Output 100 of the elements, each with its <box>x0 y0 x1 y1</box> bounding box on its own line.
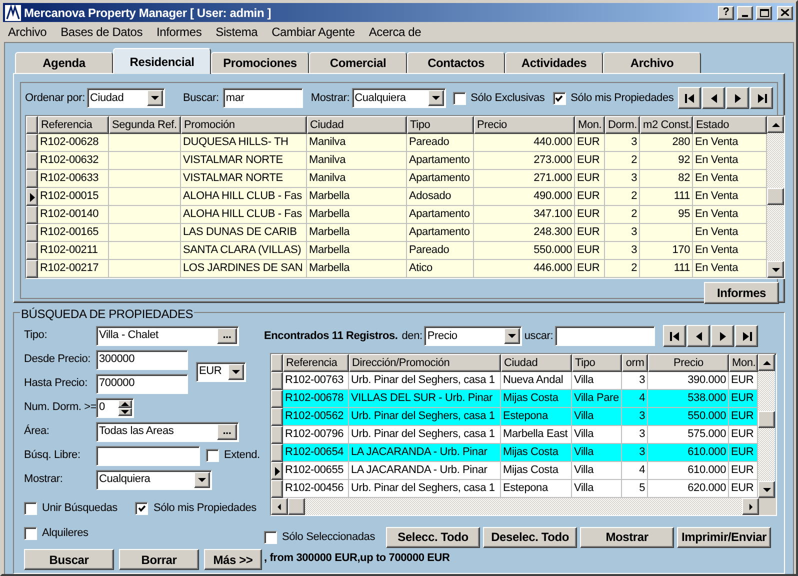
table-cell: R102-00217 <box>38 260 109 278</box>
table-cell: 92 <box>640 152 693 170</box>
show-label: Mostrar: <box>310 90 350 106</box>
column-header[interactable]: Dorm. <box>605 116 640 134</box>
field-label: Num. Dorm. >= <box>24 400 96 416</box>
table-cell: EUR <box>575 152 605 170</box>
table-cell: Urb. Pinar del Seghers, casa 1 <box>349 480 501 498</box>
table-cell: Apartamento <box>407 224 474 242</box>
menu-item[interactable]: Acerca de <box>368 23 422 41</box>
table-cell: 111 <box>640 188 693 206</box>
menu-item[interactable]: Informes <box>156 23 202 41</box>
table-cell: Villa <box>572 462 622 480</box>
column-header[interactable]: Referencia <box>38 116 109 134</box>
max-price-field[interactable]: 700000 <box>96 374 188 394</box>
tab[interactable]: Residencial <box>113 48 211 74</box>
table-cell: Pareado <box>407 134 474 152</box>
table-cell: 248.300 <box>474 224 575 242</box>
table-cell: 538.000 <box>648 390 729 408</box>
tab[interactable]: Contactos <box>407 52 505 73</box>
tab[interactable]: Comercial <box>309 52 407 73</box>
table-cell: 4 <box>622 462 648 480</box>
column-header[interactable]: orm <box>622 354 648 372</box>
column-header[interactable]: m2 Const. <box>640 116 693 134</box>
column-header[interactable]: Mon. <box>729 354 758 372</box>
table-cell: R102-00763 <box>283 372 349 390</box>
button[interactable]: Borrar <box>119 549 199 570</box>
table-cell: 271.000 <box>474 170 575 188</box>
browse-button[interactable]: ... <box>217 424 237 440</box>
column-header[interactable]: Precio <box>474 116 575 134</box>
tab[interactable]: Agenda <box>15 52 113 73</box>
table-cell: 3 <box>605 242 640 260</box>
menu-item[interactable]: Cambiar Agente <box>272 23 355 41</box>
column-header[interactable]: Referencia <box>283 354 349 372</box>
table-cell: EUR <box>729 372 758 390</box>
column-header[interactable]: Tipo <box>572 354 622 372</box>
results-count: Encontrados 11 Registros. <box>264 328 398 344</box>
column-header[interactable]: Promoción <box>181 116 307 134</box>
currency-dropdown[interactable]: EUR <box>196 362 246 382</box>
table-cell: 550.000 <box>474 242 575 260</box>
table-cell: Adosado <box>407 188 474 206</box>
table-cell: En Venta <box>693 260 767 278</box>
menu-item[interactable]: Archivo <box>8 23 47 41</box>
table-cell: R102-00632 <box>38 152 109 170</box>
menu-item[interactable]: Sistema <box>216 23 258 41</box>
button[interactable]: Mostrar <box>580 526 674 548</box>
table-cell: R102-00562 <box>283 408 349 426</box>
show-dropdown[interactable]: Cualquiera <box>96 470 212 490</box>
table-cell: Marbella <box>307 224 407 242</box>
menu-item[interactable]: Bases de Datos <box>60 23 143 41</box>
column-header[interactable]: Precio <box>648 354 729 372</box>
button[interactable]: Informes <box>704 282 779 304</box>
table-cell: 3 <box>622 426 648 444</box>
column-header[interactable]: Ciudad <box>501 354 572 372</box>
table-cell: Mijas Costa <box>501 444 572 462</box>
column-header[interactable]: Tipo <box>407 116 474 134</box>
field-label: Desde Precio: <box>24 352 92 368</box>
table-cell: En Venta <box>693 242 767 260</box>
column-header[interactable]: Segunda Ref. <box>109 116 181 134</box>
column-header[interactable]: Mon. <box>575 116 605 134</box>
table-cell: EUR <box>729 444 758 462</box>
checkbox-label: Alquileres <box>42 526 88 541</box>
button[interactable]: Más >> <box>204 549 262 570</box>
sort-dropdown[interactable]: Ciudad <box>86 88 165 108</box>
show-dropdown[interactable]: Cualquiera <box>352 88 446 108</box>
table-cell: 4 <box>622 390 648 408</box>
column-header[interactable]: Dirección/Promoción <box>349 354 501 372</box>
button[interactable]: Deselec. Todo <box>483 526 578 548</box>
table-cell: 3 <box>622 444 648 462</box>
area-picker[interactable]: Todas las Areas ... <box>96 422 239 442</box>
search-field[interactable]: mar <box>222 88 303 108</box>
bedrooms-spinner[interactable]: 0 <box>96 398 134 418</box>
tab[interactable]: Actividades <box>505 52 603 73</box>
field-label: Hasta Precio: <box>24 376 88 392</box>
table-cell: Urb. Pinar del Seghers, casa 1 <box>349 426 501 444</box>
table-cell: ALOHA HILL CLUB - Fas <box>181 206 307 224</box>
table-cell: 2 <box>605 188 640 206</box>
column-header[interactable]: Ciudad <box>307 116 407 134</box>
tab[interactable]: Promociones <box>211 52 309 73</box>
checkbox-label: Sólo Exclusivas <box>470 90 545 106</box>
table-cell: 3 <box>605 134 640 152</box>
table-cell: 3 <box>622 408 648 426</box>
browse-button[interactable]: ... <box>217 328 237 344</box>
table-cell: 390.000 <box>648 372 729 390</box>
tab[interactable]: Archivo <box>603 52 701 73</box>
min-price-field[interactable]: 300000 <box>96 350 188 370</box>
column-header[interactable]: Estado <box>693 116 767 134</box>
order-dropdown[interactable]: Precio <box>424 326 522 346</box>
button[interactable]: Buscar <box>24 549 114 570</box>
table-cell: DUQUESA HILLS- TH <box>181 134 307 152</box>
help-button[interactable]: ? <box>718 6 734 20</box>
field-label: Área: <box>24 424 50 440</box>
table-cell: EUR <box>729 408 758 426</box>
button[interactable]: Selecc. Todo <box>386 526 480 548</box>
table-cell: R102-00655 <box>283 462 349 480</box>
table-cell: 273.000 <box>474 152 575 170</box>
type-picker[interactable]: Villa - Chalet ... <box>96 326 239 346</box>
table-cell: R102-00015 <box>38 188 109 206</box>
table-cell: EUR <box>729 462 758 480</box>
table-cell: En Venta <box>693 224 767 242</box>
button[interactable]: Imprimir/Enviar <box>677 526 772 548</box>
